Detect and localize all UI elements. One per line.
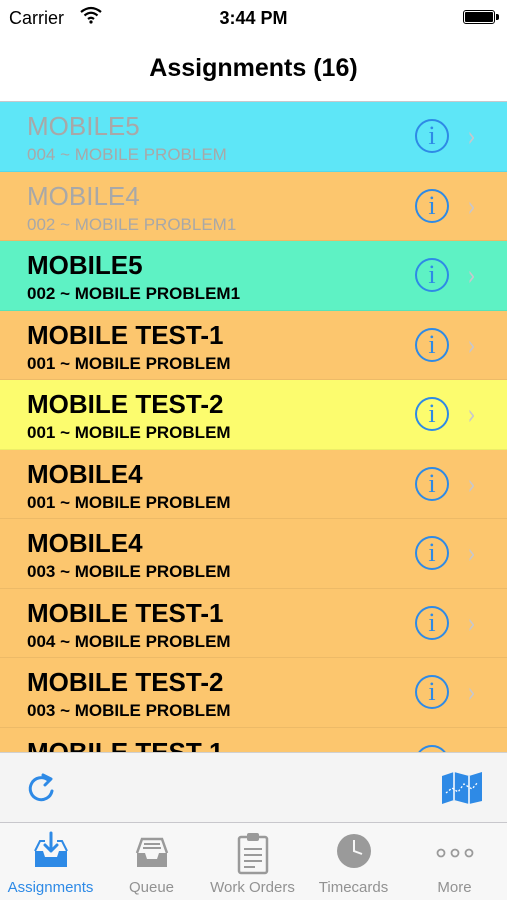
info-icon[interactable]: i — [415, 744, 449, 752]
assignment-name: MOBILE TEST-1 — [27, 597, 224, 628]
info-icon[interactable]: i — [415, 536, 449, 570]
tab-more-label: More — [437, 879, 472, 896]
list-item[interactable]: MOBILE4 002 ~ MOBILE PROBLEM1 i › — [0, 171, 507, 241]
assignment-name: MOBILE TEST-1 — [27, 736, 224, 753]
clock-time: 3:44 PM — [219, 8, 288, 28]
clock-icon — [303, 831, 404, 875]
info-icon[interactable]: i — [415, 258, 449, 292]
chevron-right-icon: › — [467, 328, 476, 362]
tab-work-orders[interactable]: Work Orders — [202, 823, 303, 901]
battery-icon — [463, 10, 499, 24]
info-icon[interactable]: i — [415, 675, 449, 709]
assignment-name: MOBILE4 — [27, 458, 143, 489]
assignment-name: MOBILE TEST-2 — [27, 667, 224, 697]
info-icon[interactable]: i — [415, 397, 449, 431]
assignment-subtitle: 001 ~ MOBILE PROBLEM — [27, 353, 231, 373]
tab-timecards-label: Timecards — [318, 879, 389, 896]
chevron-right-icon: › — [467, 467, 476, 501]
assignment-subtitle: 002 ~ MOBILE PROBLEM1 — [27, 214, 237, 234]
assignment-subtitle: 004 ~ MOBILE PROBLEM — [27, 631, 231, 651]
chevron-right-icon: › — [467, 120, 476, 153]
tab-assignments-label: Assignments — [7, 879, 94, 896]
assignment-subtitle: 001 ~ MOBILE PROBLEM — [27, 492, 231, 512]
assignment-name: MOBILE4 — [27, 180, 140, 211]
list-item[interactable]: MOBILE TEST-2 003 ~ MOBILE PROBLEM i › — [0, 658, 507, 728]
chevron-right-icon: › — [467, 259, 476, 292]
tab-assignments[interactable]: Assignments — [0, 823, 101, 901]
chevron-right-icon: › — [467, 537, 476, 570]
tab-bar: Assignments Queue Work Orders Timecards … — [0, 822, 507, 900]
assignment-subtitle: 001 ~ MOBILE PROBLEM — [27, 423, 231, 442]
more-dots-icon — [404, 831, 505, 875]
assignment-subtitle: 002 ~ MOBILE PROBLEM1 — [27, 284, 241, 303]
info-icon[interactable]: i — [415, 605, 449, 640]
info-icon[interactable]: i — [415, 119, 449, 153]
assignment-name: MOBILE TEST-1 — [27, 319, 224, 350]
list-item[interactable]: MOBILE TEST-2 001 ~ MOBILE PROBLEM i › — [0, 380, 507, 450]
info-icon[interactable]: i — [415, 188, 449, 223]
assignment-subtitle: 004 ~ MOBILE PROBLEM — [27, 145, 227, 164]
refresh-icon[interactable] — [24, 771, 58, 810]
status-bar: Carrier 3:44 PM — [0, 0, 507, 38]
chevron-right-icon: › — [467, 676, 476, 709]
tab-queue-label: Queue — [128, 879, 175, 896]
assignment-name: MOBILE TEST-2 — [27, 389, 224, 419]
chevron-right-icon: › — [467, 189, 476, 223]
chevron-right-icon: › — [467, 606, 476, 640]
assignment-list[interactable]: MOBILE5 004 ~ MOBILE PROBLEM i › MOBILE4 002 … — [0, 102, 507, 752]
assignment-subtitle: 003 ~ MOBILE PROBLEM — [27, 701, 231, 720]
assignment-name: MOBILE5 — [27, 250, 143, 280]
page-title: Assignments (16) — [149, 54, 358, 82]
inbox-download-icon — [0, 831, 101, 875]
list-item[interactable]: MOBILE TEST-1i› — [0, 727, 507, 753]
assignment-subtitle: 003 ~ MOBILE PROBLEM — [27, 562, 231, 581]
assignment-name: MOBILE5 — [27, 111, 140, 141]
list-item[interactable]: MOBILE TEST-1 001 ~ MOBILE PROBLEM i › — [0, 310, 507, 380]
list-item[interactable]: MOBILE4 001 ~ MOBILE PROBLEM i › — [0, 449, 507, 519]
list-item[interactable]: MOBILE TEST-1 004 ~ MOBILE PROBLEM i › — [0, 588, 507, 658]
tray-icon — [101, 831, 202, 875]
list-item[interactable]: MOBILE4 003 ~ MOBILE PROBLEM i › — [0, 519, 507, 589]
toolbar — [0, 752, 507, 822]
info-icon[interactable]: i — [415, 466, 449, 501]
tab-more[interactable]: More — [404, 823, 505, 901]
list-item[interactable]: MOBILE5 002 ~ MOBILE PROBLEM1 i › — [0, 241, 507, 311]
tab-work-orders-label: Work Orders — [210, 879, 295, 896]
clipboard-icon — [202, 831, 303, 875]
navigation-bar: Assignments (16) — [0, 38, 507, 102]
assignment-name: MOBILE4 — [27, 528, 143, 558]
info-icon[interactable]: i — [415, 327, 449, 362]
map-icon[interactable] — [440, 771, 484, 810]
tab-queue[interactable]: Queue — [101, 823, 202, 901]
tab-timecards[interactable]: Timecards — [303, 823, 404, 901]
list-item[interactable]: MOBILE5 004 ~ MOBILE PROBLEM i › — [0, 102, 507, 172]
chevron-right-icon: › — [467, 398, 476, 431]
